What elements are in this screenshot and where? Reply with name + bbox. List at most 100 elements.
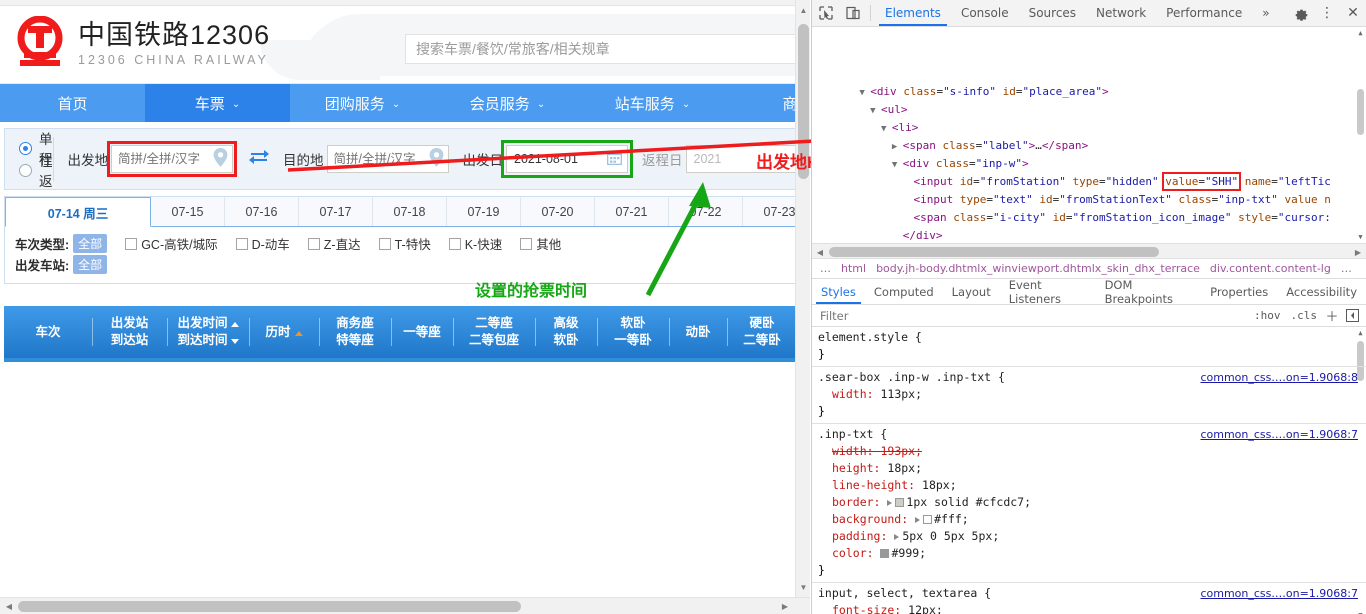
css-rule-0[interactable]: element.style {} <box>812 327 1366 367</box>
radio-oneway-icon[interactable] <box>19 141 32 155</box>
close-icon[interactable]: ✕ <box>1340 5 1366 21</box>
date-tab-5[interactable]: 07-19 <box>447 197 521 226</box>
dom-node-line[interactable]: <span class="i-city" id="fromStation_ico… <box>812 209 1366 227</box>
dom-hscroll-left-icon[interactable]: ◀ <box>812 244 828 260</box>
gear-icon[interactable] <box>1288 6 1314 21</box>
css-source-link[interactable]: common_css.…on=1.9068:8 <box>1200 369 1358 386</box>
dom-tree[interactable]: ▲ ▼ ▼ <div class="s-info" id="place_area… <box>812 27 1366 243</box>
breadcrumb-item-2[interactable]: div.content.content-lg <box>1210 262 1331 275</box>
nav-item-3[interactable]: 会员服务 ⌄ <box>435 84 580 122</box>
nav-item-1[interactable]: 车票 ⌄ <box>145 84 290 122</box>
date-tab-6[interactable]: 07-20 <box>521 197 595 226</box>
sidebar-tab-styles[interactable]: Styles <box>812 279 865 304</box>
devtools-tab-elements[interactable]: Elements <box>875 0 951 26</box>
styles-filter-input[interactable]: Filter <box>820 309 1249 323</box>
train-type-checkbox-0[interactable]: GC-高铁/城际 <box>125 234 218 253</box>
devtools-tab-sources[interactable]: Sources <box>1019 0 1086 26</box>
results-col-7[interactable]: 高级 软卧 <box>535 306 597 358</box>
dom-scroll-down-icon[interactable]: ▼ <box>1355 231 1366 243</box>
css-declaration[interactable]: border: 1px solid #cfcdc7; <box>818 494 1360 511</box>
checkbox-icon[interactable] <box>378 237 391 250</box>
sidebar-tab-event-listeners[interactable]: Event Listeners <box>1000 278 1096 306</box>
disclosure-triangle-icon[interactable]: ▼ <box>816 160 903 170</box>
page-hscroll-thumb[interactable] <box>18 601 521 612</box>
train-type-checkbox-3[interactable]: T-特快 <box>378 234 431 253</box>
inspect-element-icon[interactable] <box>812 0 839 26</box>
dom-node-line[interactable]: ▼ <div class="s-info" id="place_area"> <box>812 83 1366 101</box>
date-tab-1[interactable]: 07-15 <box>151 197 225 226</box>
disclosure-triangle-icon[interactable]: ▶ <box>816 142 903 152</box>
sidebar-tab-accessibility[interactable]: Accessibility <box>1277 279 1366 304</box>
more-tabs-icon[interactable]: » <box>1252 0 1279 26</box>
disclosure-triangle-icon[interactable]: ▼ <box>816 124 892 134</box>
site-search-input[interactable]: 搜索车票/餐饮/常旅客/相关规章 <box>405 34 799 64</box>
devtools-tab-network[interactable]: Network <box>1086 0 1156 26</box>
more-options-icon[interactable]: ⋮ <box>1314 5 1340 21</box>
dom-hscroll-right-icon[interactable]: ▶ <box>1350 244 1366 260</box>
train-type-checkbox-1[interactable]: D-动车 <box>235 234 290 253</box>
css-declaration[interactable]: font-size: 12px; <box>818 602 1360 614</box>
expand-shorthand-icon[interactable] <box>887 500 893 506</box>
train-type-checkbox-5[interactable]: 其他 <box>520 234 561 253</box>
date-tab-4[interactable]: 07-18 <box>373 197 447 226</box>
results-col-10[interactable]: 硬卧 二等卧 <box>727 306 797 358</box>
results-col-3[interactable]: 历时 <box>249 306 319 358</box>
disclosure-triangle-icon[interactable] <box>816 178 914 188</box>
checkbox-icon[interactable] <box>520 237 533 250</box>
results-col-0[interactable]: 车次 <box>4 306 92 358</box>
breadcrumb-item-1[interactable]: body.jh-body.dhtmlx_winviewport.dhtmlx_s… <box>876 262 1200 275</box>
swap-stations-icon[interactable] <box>249 149 269 169</box>
results-col-1[interactable]: 出发站 到达站 <box>92 306 167 358</box>
nav-item-0[interactable]: 首页 <box>0 84 145 122</box>
css-rule-1[interactable]: common_css.…on=1.9068:8 .sear-box .inp-w … <box>812 367 1366 424</box>
expand-shorthand-icon[interactable] <box>894 534 900 540</box>
date-tab-3[interactable]: 07-17 <box>299 197 373 226</box>
checkbox-icon[interactable] <box>125 237 138 250</box>
location-pin-icon-2[interactable] <box>429 148 444 170</box>
sidebar-tab-computed[interactable]: Computed <box>865 279 943 304</box>
results-col-6[interactable]: 二等座 二等包座 <box>453 306 535 358</box>
checkbox-icon[interactable] <box>235 237 248 250</box>
css-rule-2[interactable]: common_css.…on=1.9068:7 .inp-txt {width: … <box>812 424 1366 583</box>
css-rule-3[interactable]: common_css.…on=1.9068:7 input, select, te… <box>812 583 1366 614</box>
dom-scroll-thumb[interactable] <box>1357 89 1364 135</box>
css-declaration[interactable]: color: #999; <box>818 545 1360 562</box>
trip-type-roundtrip[interactable]: 往返 <box>19 154 53 189</box>
disclosure-triangle-icon[interactable] <box>816 196 914 206</box>
nav-item-2[interactable]: 团购服务 ⌄ <box>290 84 435 122</box>
css-declaration[interactable]: width: 193px; <box>818 443 1360 460</box>
disclosure-triangle-icon[interactable] <box>816 214 914 224</box>
sidebar-tab-properties[interactable]: Properties <box>1201 279 1277 304</box>
dom-node-line[interactable]: ▼ <ul> <box>812 101 1366 119</box>
checkbox-icon[interactable] <box>307 237 320 250</box>
breadcrumb-overflow-right[interactable]: … <box>1341 262 1352 275</box>
sort-asc-icon[interactable] <box>230 322 239 328</box>
date-tab-2[interactable]: 07-16 <box>225 197 299 226</box>
color-swatch-icon[interactable] <box>923 515 933 524</box>
dom-hscroll-thumb[interactable] <box>829 247 1159 257</box>
scroll-left-icon[interactable]: ◀ <box>1 598 17 614</box>
expand-shorthand-icon[interactable] <box>915 517 921 523</box>
disclosure-triangle-icon[interactable]: ▼ <box>816 88 870 98</box>
scroll-down-icon[interactable]: ▼ <box>796 579 810 595</box>
hov-button[interactable]: :hov <box>1249 309 1286 322</box>
dom-node-line[interactable]: ▶ <span class="label">…</span> <box>812 137 1366 155</box>
color-swatch-icon[interactable] <box>895 498 905 507</box>
sidebar-tab-dom-breakpoints[interactable]: DOM Breakpoints <box>1096 278 1202 306</box>
css-declaration[interactable]: line-height: 18px; <box>818 477 1360 494</box>
radio-roundtrip-icon[interactable] <box>19 163 32 177</box>
train-type-checkbox-2[interactable]: Z-直达 <box>307 234 361 253</box>
color-swatch-icon[interactable] <box>880 549 890 558</box>
css-declaration[interactable]: background: #fff; <box>818 511 1360 528</box>
device-toolbar-icon[interactable] <box>839 0 866 26</box>
results-col-4[interactable]: 商务座 特等座 <box>319 306 391 358</box>
calendar-icon[interactable] <box>606 150 623 168</box>
location-pin-icon[interactable] <box>213 148 228 170</box>
train-type-all-chip[interactable]: 全部 <box>73 234 108 253</box>
styles-pane[interactable]: ▲ ▼ element.style {}common_css.…on=1.906… <box>812 327 1366 614</box>
dom-node-line[interactable]: <input id="fromStation" type="hidden" va… <box>812 172 1366 191</box>
disclosure-triangle-icon[interactable]: ▼ <box>816 106 881 116</box>
new-style-rule-icon[interactable]: ＋ <box>1322 306 1342 325</box>
results-col-5[interactable]: 一等座 <box>391 306 453 358</box>
from-station-input[interactable] <box>118 152 211 166</box>
